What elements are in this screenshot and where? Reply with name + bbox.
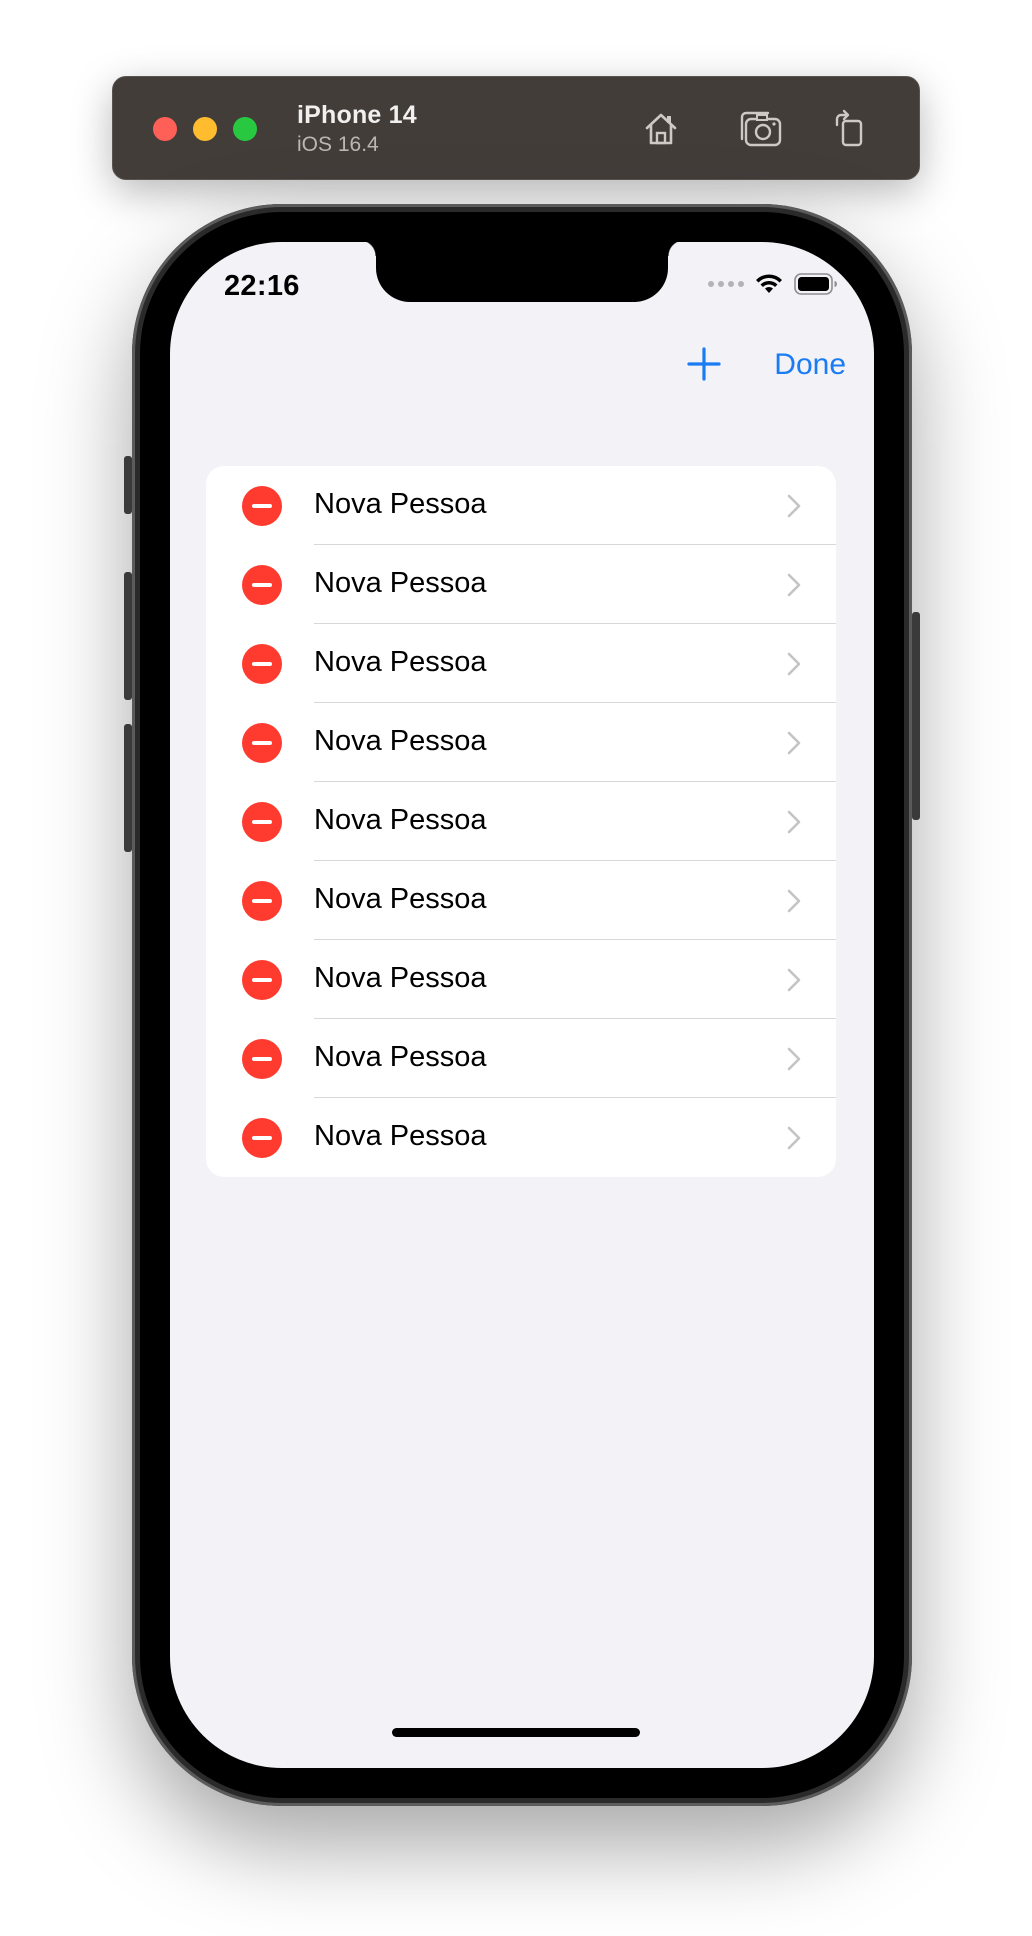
delete-minus-icon[interactable] (242, 1039, 282, 1079)
home-indicator[interactable] (392, 1728, 640, 1737)
list-item-label: Nova Pessoa (314, 1041, 487, 1073)
delete-minus-icon[interactable] (242, 723, 282, 763)
list-item[interactable]: Nova Pessoa (206, 1019, 836, 1098)
home-icon[interactable] (637, 105, 685, 153)
list-item-label: Nova Pessoa (314, 962, 487, 994)
list-item[interactable]: Nova Pessoa (206, 940, 836, 1019)
delete-minus-icon[interactable] (242, 960, 282, 1000)
close-window-button[interactable] (153, 117, 177, 141)
simulator-title-bar: iPhone 14 iOS 16.4 (112, 76, 920, 180)
notch (360, 242, 684, 302)
chevron-right-icon (787, 573, 801, 597)
list-item[interactable]: Nova Pessoa (206, 466, 836, 545)
minimize-window-button[interactable] (193, 117, 217, 141)
add-button[interactable] (684, 344, 724, 384)
device-name: iPhone 14 (297, 101, 417, 129)
chevron-right-icon (787, 731, 801, 755)
delete-minus-icon[interactable] (242, 644, 282, 684)
plus-icon (687, 347, 721, 381)
list-item-label: Nova Pessoa (314, 646, 487, 678)
wifi-icon (756, 274, 782, 293)
status-icons (708, 272, 838, 296)
chevron-right-icon (787, 810, 801, 834)
volume-down-button (124, 724, 132, 852)
power-button (912, 612, 920, 820)
phone-screen: 22:16 Done Nova Pessoa Nova Pessoa Nova … (170, 242, 874, 1768)
zoom-window-button[interactable] (233, 117, 257, 141)
delete-minus-icon[interactable] (242, 565, 282, 605)
delete-minus-icon[interactable] (242, 1118, 282, 1158)
list-item-label: Nova Pessoa (314, 725, 487, 757)
people-list: Nova Pessoa Nova Pessoa Nova Pessoa Nova… (206, 466, 836, 1177)
list-item[interactable]: Nova Pessoa (206, 782, 836, 861)
rotate-icon[interactable] (825, 105, 873, 153)
list-item-label: Nova Pessoa (314, 804, 487, 836)
delete-minus-icon[interactable] (242, 486, 282, 526)
list-item-label: Nova Pessoa (314, 1120, 487, 1152)
volume-up-button (124, 572, 132, 700)
delete-minus-icon[interactable] (242, 802, 282, 842)
list-item-label: Nova Pessoa (314, 567, 487, 599)
battery-icon (794, 273, 837, 295)
chevron-right-icon (787, 889, 801, 913)
list-item[interactable]: Nova Pessoa (206, 545, 836, 624)
chevron-right-icon (787, 968, 801, 992)
chevron-right-icon (787, 652, 801, 676)
chevron-right-icon (787, 1126, 801, 1150)
signal-dots-icon (708, 281, 744, 287)
list-item[interactable]: Nova Pessoa (206, 861, 836, 940)
list-item-label: Nova Pessoa (314, 488, 487, 520)
list-item[interactable]: Nova Pessoa (206, 703, 836, 782)
os-version: iOS 16.4 (297, 133, 379, 156)
status-time: 22:16 (224, 270, 300, 302)
mute-switch (124, 456, 132, 514)
delete-minus-icon[interactable] (242, 881, 282, 921)
list-item[interactable]: Nova Pessoa (206, 624, 836, 703)
chevron-right-icon (787, 1047, 801, 1071)
done-button[interactable]: Done (774, 348, 846, 382)
list-item[interactable]: Nova Pessoa (206, 1098, 836, 1177)
list-item-label: Nova Pessoa (314, 883, 487, 915)
screenshot-icon[interactable] (737, 105, 785, 153)
chevron-right-icon (787, 494, 801, 518)
